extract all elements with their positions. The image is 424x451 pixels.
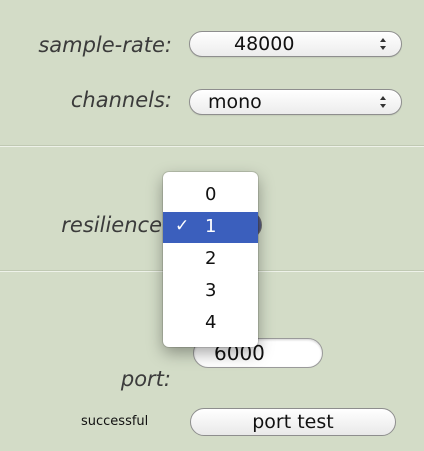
- sample-rate-value: 48000: [234, 33, 295, 55]
- resilience-option-3[interactable]: 3: [163, 276, 258, 307]
- section-divider: [0, 145, 424, 147]
- settings-panel: sample-rate: 48000 channels: mono resili…: [0, 0, 424, 451]
- port-test-status: successful: [81, 414, 149, 429]
- resilience-option-4[interactable]: 4: [163, 308, 258, 339]
- port-label: port:: [120, 367, 171, 391]
- resilience-label: resilience: [61, 213, 162, 237]
- channels-label: channels:: [70, 88, 172, 112]
- resilience-option-0[interactable]: 0: [163, 180, 258, 211]
- sample-rate-select[interactable]: 48000: [189, 31, 402, 57]
- checkmark-icon: ✓: [175, 216, 190, 236]
- port-test-button[interactable]: port test: [190, 408, 396, 436]
- resilience-option-1[interactable]: ✓ 1: [163, 212, 258, 243]
- select-arrows-icon: [379, 36, 387, 52]
- channels-value: mono: [208, 91, 262, 113]
- select-arrows-icon: [379, 94, 387, 110]
- port-test-button-label: port test: [252, 411, 334, 433]
- resilience-dropdown-menu: 0 ✓ 1 2 3 4: [163, 172, 258, 347]
- sample-rate-label: sample-rate:: [38, 33, 172, 57]
- channels-select[interactable]: mono: [189, 89, 402, 115]
- resilience-option-2[interactable]: 2: [163, 244, 258, 275]
